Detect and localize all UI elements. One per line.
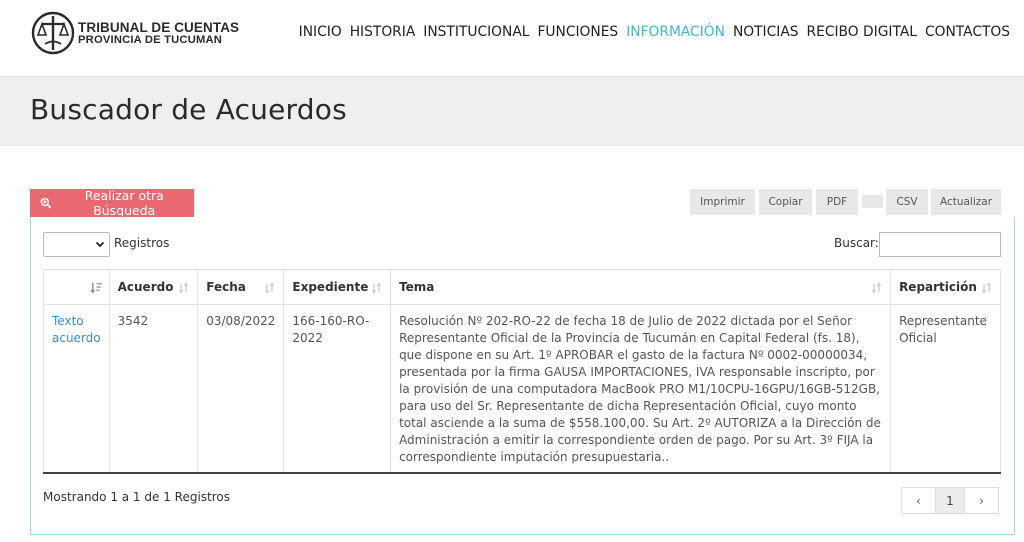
- search-input[interactable]: [879, 232, 1001, 257]
- sort-icon: [179, 282, 189, 294]
- column-header-reparticion-label: Repartición: [899, 280, 977, 294]
- nav-item-funciones[interactable]: FUNCIONES: [533, 24, 622, 40]
- records-label: Registros: [114, 236, 170, 250]
- sort-icon: [265, 282, 275, 294]
- search-again-label: Realizar otra Búsqueda: [84, 188, 164, 218]
- table-row: Texto acuerdo 3542 03/08/2022 166-160-RO…: [43, 304, 1001, 473]
- nav-item-contactos[interactable]: CONTACTOS: [921, 24, 1014, 40]
- table-header-row: Acuerdo Fecha Expediente Tema Repartició…: [43, 269, 1001, 305]
- table-info: Mostrando 1 a 1 de 1 Registros: [43, 490, 231, 504]
- sort-icon: [872, 282, 882, 294]
- page-title: Buscador de Acuerdos: [30, 93, 347, 126]
- search-label: Buscar:: [834, 236, 879, 250]
- column-header-expediente-label: Expediente: [292, 280, 369, 294]
- csv-button[interactable]: CSV: [886, 189, 928, 215]
- brand-name[interactable]: TRIBUNAL DE CUENTAS PROVINCIA DE TUCUMAN: [78, 20, 240, 46]
- copy-button[interactable]: Copiar: [759, 189, 812, 215]
- nav-item-informacion[interactable]: INFORMACIÓN: [622, 24, 729, 40]
- refresh-button[interactable]: Actualizar: [931, 189, 1001, 215]
- results-table: Acuerdo Fecha Expediente Tema Repartició…: [43, 269, 1001, 474]
- site-header: TRIBUNAL DE CUENTAS PROVINCIA DE TUCUMAN…: [0, 0, 1024, 76]
- records-per-page-select[interactable]: [43, 232, 110, 257]
- brand-line-2: PROVINCIA DE TUCUMAN: [78, 34, 223, 46]
- cell-acuerdo: 3542: [108, 304, 199, 473]
- tribunal-logo-icon[interactable]: [31, 11, 75, 55]
- excel-button[interactable]: [862, 195, 883, 208]
- nav-item-institucional[interactable]: INSTITUCIONAL: [419, 24, 533, 40]
- pdf-button[interactable]: PDF: [816, 189, 858, 215]
- prev-page-button[interactable]: ‹: [902, 488, 935, 513]
- texto-acuerdo-link[interactable]: Texto acuerdo: [43, 304, 110, 473]
- cell-expediente: 166-160-RO-2022: [283, 304, 392, 473]
- column-header-fecha-label: Fecha: [206, 280, 246, 294]
- cell-tema: Resolución Nº 202-RO-22 de fecha 18 de J…: [390, 304, 892, 473]
- nav-item-inicio[interactable]: INICIO: [295, 24, 346, 40]
- column-header-actions[interactable]: [43, 269, 110, 305]
- chevron-down-icon: [95, 241, 105, 248]
- cell-fecha: 03/08/2022: [197, 304, 285, 473]
- nav-item-recibo-digital[interactable]: RECIBO DIGITAL: [803, 24, 921, 40]
- magnifier-plus-icon: [40, 197, 52, 209]
- sort-descending-icon: [90, 282, 102, 294]
- main-nav: INICIO HISTORIA INSTITUCIONAL FUNCIONES …: [295, 24, 1014, 40]
- brand-line-1: TRIBUNAL DE CUENTAS: [78, 20, 240, 35]
- column-header-expediente[interactable]: Expediente: [283, 269, 392, 305]
- column-header-tema[interactable]: Tema: [390, 269, 892, 305]
- pagination: ‹ 1 ›: [901, 487, 999, 514]
- column-header-acuerdo[interactable]: Acuerdo: [108, 269, 199, 305]
- sort-icon: [372, 282, 382, 294]
- nav-item-historia[interactable]: HISTORIA: [346, 24, 420, 40]
- column-header-acuerdo-label: Acuerdo: [117, 280, 174, 294]
- cell-reparticion: Representante Oficial: [890, 304, 1001, 473]
- page-1-button[interactable]: 1: [935, 488, 965, 513]
- sort-icon: [982, 282, 991, 294]
- next-page-button[interactable]: ›: [965, 488, 998, 513]
- column-header-reparticion[interactable]: Repartición: [890, 269, 1001, 305]
- search-again-button[interactable]: Realizar otra Búsqueda: [30, 188, 194, 218]
- print-button[interactable]: Imprimir: [690, 189, 755, 215]
- column-header-fecha[interactable]: Fecha: [197, 269, 285, 305]
- nav-item-noticias[interactable]: NOTICIAS: [729, 24, 803, 40]
- column-header-tema-label: Tema: [399, 280, 435, 294]
